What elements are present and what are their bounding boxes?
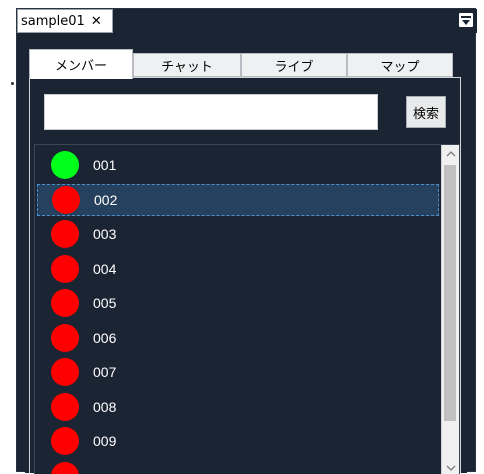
list-item[interactable]: 007: [37, 356, 439, 388]
status-indicator-icon: [51, 324, 79, 352]
list-item-label: 001: [93, 157, 116, 173]
search-button[interactable]: 検索: [406, 96, 446, 128]
vertical-scrollbar[interactable]: [441, 145, 459, 474]
tab-members-label: メンバー: [55, 55, 107, 74]
list-item[interactable]: 002: [37, 184, 439, 216]
list-item[interactable]: 008: [37, 391, 439, 423]
status-indicator-icon: [51, 289, 79, 317]
content-area: メンバー チャット ライブ マップ 検索 0010020030040050060…: [25, 41, 467, 473]
status-indicator-icon: [51, 220, 79, 248]
list-item-label: 006: [93, 330, 116, 346]
status-indicator-icon: [51, 358, 79, 386]
tab-live-label: ライブ: [274, 56, 313, 75]
tab-chat-label: チャット: [161, 56, 213, 75]
list-item[interactable]: 006: [37, 322, 439, 354]
status-indicator-icon: [51, 462, 79, 474]
list-item-label: 004: [93, 261, 116, 277]
tab-live[interactable]: ライブ: [241, 53, 347, 77]
list-item[interactable]: 009: [37, 425, 439, 457]
tab-map-label: マップ: [380, 56, 419, 75]
list-item[interactable]: 003: [37, 218, 439, 250]
status-indicator-icon: [51, 393, 79, 421]
member-list[interactable]: 001 002 003 004 005 006 007 008 009: [34, 144, 460, 474]
tab-map[interactable]: マップ: [347, 53, 453, 77]
list-item-label: 002: [94, 192, 117, 208]
list-item-label: 005: [93, 295, 116, 311]
list-item-label: 008: [93, 399, 116, 415]
status-indicator-icon: [52, 186, 80, 214]
title-bar: sample01 ✕: [17, 9, 477, 33]
members-tab-panel: 検索 001 002 003 004 005 006 007 008 009: [29, 77, 461, 473]
list-item-label: 003: [93, 226, 116, 242]
list-item[interactable]: 004: [37, 253, 439, 285]
tool-window: sample01 ✕ メンバー チャット ライブ マップ 検索: [16, 8, 476, 472]
list-item-label: 009: [93, 433, 116, 449]
document-tab[interactable]: sample01 ✕: [17, 9, 113, 33]
margin-dot: [11, 82, 14, 85]
status-indicator-icon: [51, 151, 79, 179]
document-tab-label: sample01: [21, 14, 85, 29]
status-indicator-icon: [51, 255, 79, 283]
search-button-label: 検索: [413, 103, 439, 122]
search-input[interactable]: [44, 94, 378, 130]
scroll-up-icon[interactable]: [446, 149, 456, 159]
menu-bar-shape: [461, 16, 471, 18]
status-indicator-icon: [51, 427, 79, 455]
list-item-label: 007: [93, 364, 116, 380]
scroll-thumb[interactable]: [444, 165, 456, 421]
tab-chat[interactable]: チャット: [133, 53, 241, 77]
dropdown-triangle-shape: [462, 20, 470, 25]
tab-strip: メンバー チャット ライブ マップ: [29, 49, 461, 77]
tab-members[interactable]: メンバー: [29, 49, 133, 79]
close-icon[interactable]: ✕: [91, 14, 102, 29]
list-item[interactable]: 001: [37, 149, 439, 181]
window-menu-icon[interactable]: [459, 13, 473, 27]
list-item[interactable]: 005: [37, 287, 439, 319]
